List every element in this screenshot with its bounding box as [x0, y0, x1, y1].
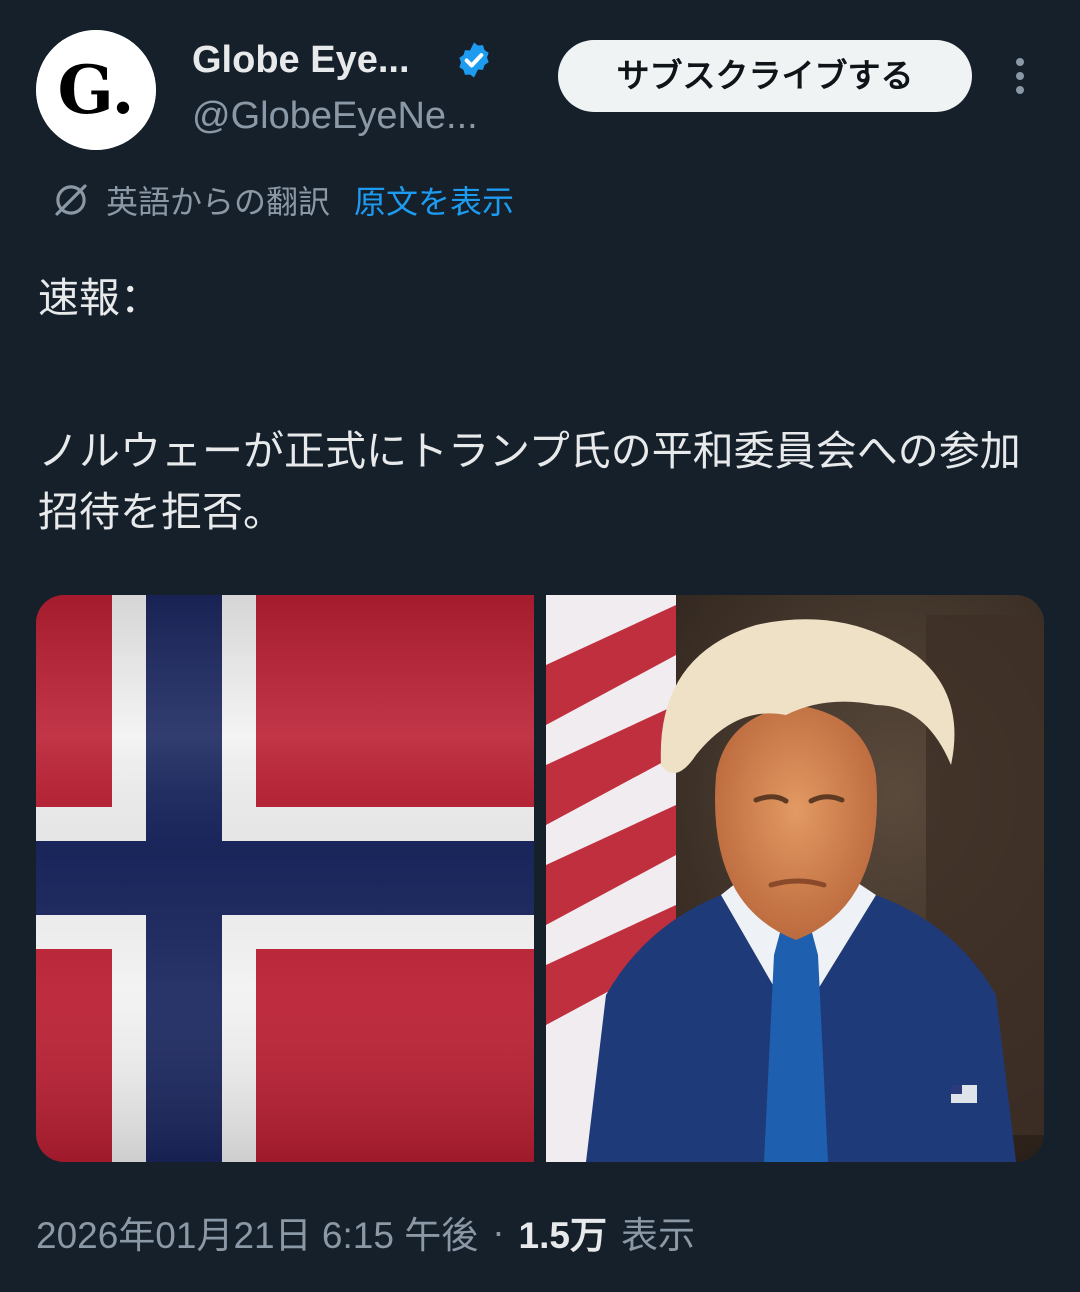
portrait-graphic — [546, 595, 1044, 1162]
timestamp[interactable]: 2026年01月21日 6:15 午後 — [36, 1205, 478, 1259]
tweet-header: G. Globe Eye... @GlobeEyeNe... サブスクライブする — [0, 0, 1080, 160]
handle[interactable]: @GlobeEyeNe... — [192, 92, 478, 140]
more-vertical-icon[interactable] — [1000, 52, 1040, 102]
translation-note: 英語からの翻訳 — [106, 183, 331, 221]
tweet-text-line-2: ノルウェーが正式にトランプ氏の平和委員会への参加招待を拒否。 — [38, 427, 1021, 536]
avatar-letter: G. — [58, 51, 135, 129]
view-count[interactable]: 1.5万 — [519, 1205, 607, 1259]
display-name[interactable]: Globe Eye... — [192, 36, 410, 84]
norway-flag-image[interactable] — [36, 595, 534, 1162]
show-original-link[interactable]: 原文を表示 — [354, 177, 514, 223]
portrait-image[interactable] — [546, 595, 1044, 1162]
subscribe-button[interactable]: サブスクライブする — [558, 40, 972, 112]
verified-badge-icon — [459, 42, 489, 78]
translate-icon — [55, 184, 87, 216]
avatar-logo: G. — [36, 30, 156, 150]
tweet-text: 速報： ノルウェーが正式にトランプ氏の平和委員会への参加招待を拒否。 — [38, 268, 1038, 543]
avatar[interactable]: G. — [36, 30, 156, 150]
norway-flag-graphic — [36, 595, 534, 1162]
tweet-meta: 2026年01月21日 6:15 午後 · 1.5万 表示 — [36, 1206, 695, 1258]
meta-separator: · — [492, 1211, 505, 1252]
tweet-text-line-1: 速報： — [38, 274, 161, 322]
translation-row: 英語からの翻訳 原文を表示 — [50, 174, 514, 226]
view-label: 表示 — [620, 1215, 695, 1256]
media-grid — [36, 595, 1044, 1162]
